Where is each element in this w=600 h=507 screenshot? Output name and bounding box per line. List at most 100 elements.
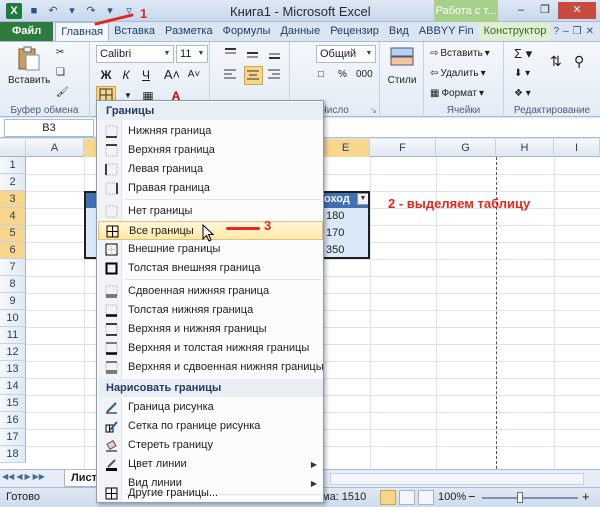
copy-icon[interactable]: ❏ bbox=[56, 64, 65, 82]
tab-data[interactable]: Данные bbox=[275, 22, 325, 41]
select-all-corner[interactable] bbox=[0, 139, 26, 157]
clear-icon[interactable]: ❖ ▾ bbox=[514, 85, 531, 103]
row-header[interactable]: 16 bbox=[0, 412, 26, 429]
insert-cells-button[interactable]: ⇨ Вставить ▾ bbox=[430, 45, 490, 63]
zoom-slider[interactable] bbox=[482, 497, 578, 499]
tab-abbyy[interactable]: ABBYY Fin bbox=[414, 22, 479, 41]
undo-icon[interactable]: ↶ bbox=[45, 3, 61, 19]
tab-formulas[interactable]: Формулы bbox=[218, 22, 276, 41]
minimize-icon[interactable]: – bbox=[510, 2, 532, 19]
align-top-icon[interactable] bbox=[222, 45, 241, 64]
prev-sheet-icon[interactable]: ◀ bbox=[16, 472, 22, 481]
row-header[interactable]: 12 bbox=[0, 344, 26, 361]
find-select-icon[interactable]: ⚲ bbox=[574, 52, 584, 70]
cut-icon[interactable]: ✂ bbox=[56, 44, 64, 62]
restore-icon[interactable]: ❐ bbox=[534, 2, 556, 19]
first-sheet-icon[interactable]: ◀◀ bbox=[2, 472, 14, 481]
row-header[interactable]: 2 bbox=[0, 174, 26, 191]
column-header[interactable]: A bbox=[26, 139, 84, 157]
row-header[interactable]: 17 bbox=[0, 429, 26, 446]
paste-button[interactable]: Вставить bbox=[8, 45, 50, 86]
save-icon[interactable]: ■ bbox=[26, 3, 42, 19]
format-painter-icon[interactable]: 🖌 bbox=[56, 84, 69, 102]
zoom-slider-thumb[interactable] bbox=[517, 492, 523, 503]
row-header[interactable]: 18 bbox=[0, 446, 26, 463]
menu-item-erase-border[interactable]: Стереть границу bbox=[98, 436, 323, 455]
autosum-icon[interactable]: Σ ▾ bbox=[514, 45, 532, 63]
menu-item-draw-border[interactable]: Граница рисунка bbox=[98, 398, 323, 417]
row-header[interactable]: 6 bbox=[0, 242, 26, 259]
percent-icon[interactable]: % bbox=[338, 66, 347, 84]
launcher-icon[interactable]: ↘ bbox=[370, 106, 377, 115]
horizontal-scrollbar[interactable] bbox=[330, 473, 584, 485]
menu-item-border-right[interactable]: Правая граница bbox=[98, 179, 323, 198]
menu-item-double-bottom-border[interactable]: Сдвоенная нижняя граница bbox=[98, 282, 323, 301]
row-header[interactable]: 8 bbox=[0, 276, 26, 293]
tab-page-layout[interactable]: Разметка bbox=[160, 22, 218, 41]
close-icon[interactable]: ✕ bbox=[558, 2, 596, 19]
font-size-combo[interactable]: 11 ▼ bbox=[176, 45, 208, 63]
menu-item-top-double-bottom-border[interactable]: Верхняя и сдвоенная нижняя границы bbox=[98, 358, 324, 377]
column-header[interactable]: I bbox=[554, 139, 600, 157]
menu-item-border-bottom[interactable]: Нижняя граница bbox=[98, 122, 323, 141]
tab-design[interactable]: Конструктор bbox=[478, 22, 552, 41]
help-icon[interactable]: ? bbox=[554, 22, 560, 41]
excel-app-icon[interactable]: X bbox=[6, 3, 22, 19]
menu-item-thick-outside-border[interactable]: Толстая внешняя граница bbox=[98, 259, 323, 278]
menu-item-draw-grid[interactable]: Сетка по границе рисунка bbox=[98, 417, 323, 436]
row-header[interactable]: 1 bbox=[0, 157, 26, 174]
row-header[interactable]: 11 bbox=[0, 327, 26, 344]
zoom-level[interactable]: 100% bbox=[438, 491, 466, 503]
normal-view-icon[interactable] bbox=[380, 490, 396, 505]
tab-insert[interactable]: Вставка bbox=[109, 22, 160, 41]
tab-review[interactable]: Рецензир bbox=[325, 22, 384, 41]
align-left-icon[interactable] bbox=[222, 66, 241, 85]
align-right-icon[interactable] bbox=[266, 66, 285, 85]
menu-item-more-borders[interactable]: Другие границы... bbox=[98, 484, 323, 503]
column-header[interactable]: F bbox=[370, 139, 436, 157]
currency-icon[interactable]: □ bbox=[318, 66, 324, 84]
menu-item-border-left[interactable]: Левая граница bbox=[98, 160, 323, 179]
sort-filter-icon[interactable]: ⇅ bbox=[550, 52, 562, 70]
italic-button[interactable]: К bbox=[116, 65, 136, 85]
fill-icon[interactable]: ⬇ ▾ bbox=[514, 65, 530, 83]
row-header[interactable]: 9 bbox=[0, 293, 26, 310]
redo-icon[interactable]: ↷ bbox=[83, 3, 99, 19]
menu-item-top-bottom-border[interactable]: Верхняя и нижняя границы bbox=[98, 320, 323, 339]
format-cells-button[interactable]: ▦ Формат ▾ bbox=[430, 85, 484, 103]
page-layout-view-icon[interactable] bbox=[399, 490, 415, 505]
grow-font-icon[interactable]: A˄ bbox=[162, 65, 182, 85]
undo-dropdown-icon[interactable]: ▾ bbox=[64, 3, 80, 19]
column-header[interactable]: G bbox=[436, 139, 496, 157]
underline-button[interactable]: Ч bbox=[136, 65, 156, 85]
row-header[interactable]: 15 bbox=[0, 395, 26, 412]
next-sheet-icon[interactable]: ▶ bbox=[24, 472, 30, 481]
row-header[interactable]: 14 bbox=[0, 378, 26, 395]
number-format-combo[interactable]: Общий ▼ bbox=[316, 45, 376, 63]
comma-style-icon[interactable]: 000 bbox=[356, 66, 373, 84]
menu-item-border-top[interactable]: Верхняя граница bbox=[98, 141, 323, 160]
tab-file[interactable]: Файл bbox=[0, 22, 54, 41]
styles-button[interactable]: Стили bbox=[384, 45, 420, 86]
shrink-font-icon[interactable]: A˅ bbox=[184, 65, 204, 85]
bold-button[interactable]: Ж bbox=[96, 65, 116, 85]
ribbon-restore-icon[interactable]: ❐ bbox=[573, 22, 582, 41]
ribbon-close-icon[interactable]: ✕ bbox=[586, 22, 594, 41]
menu-item-thick-bottom-border[interactable]: Толстая нижняя граница bbox=[98, 301, 323, 320]
column-header[interactable]: H bbox=[496, 139, 554, 157]
delete-cells-button[interactable]: ⇦ Удалить ▾ bbox=[430, 65, 486, 83]
row-header[interactable]: 3 bbox=[0, 191, 26, 208]
row-header[interactable]: 7 bbox=[0, 259, 26, 276]
align-bottom-icon[interactable] bbox=[266, 45, 285, 64]
row-header[interactable]: 13 bbox=[0, 361, 26, 378]
font-name-combo[interactable]: Calibri ▼ bbox=[96, 45, 174, 63]
column-header[interactable]: E bbox=[322, 139, 370, 157]
last-sheet-icon[interactable]: ▶▶ bbox=[33, 472, 45, 481]
menu-item-top-thick-bottom-border[interactable]: Верхняя и толстая нижняя границы bbox=[98, 339, 323, 358]
ribbon-minimize-icon[interactable]: – bbox=[563, 22, 569, 41]
name-box[interactable]: B3 bbox=[4, 119, 94, 137]
row-header[interactable]: 10 bbox=[0, 310, 26, 327]
tab-home[interactable]: Главная bbox=[55, 22, 110, 41]
page-break-view-icon[interactable] bbox=[418, 490, 434, 505]
menu-item-outside-borders[interactable]: Внешние границы bbox=[98, 240, 323, 259]
